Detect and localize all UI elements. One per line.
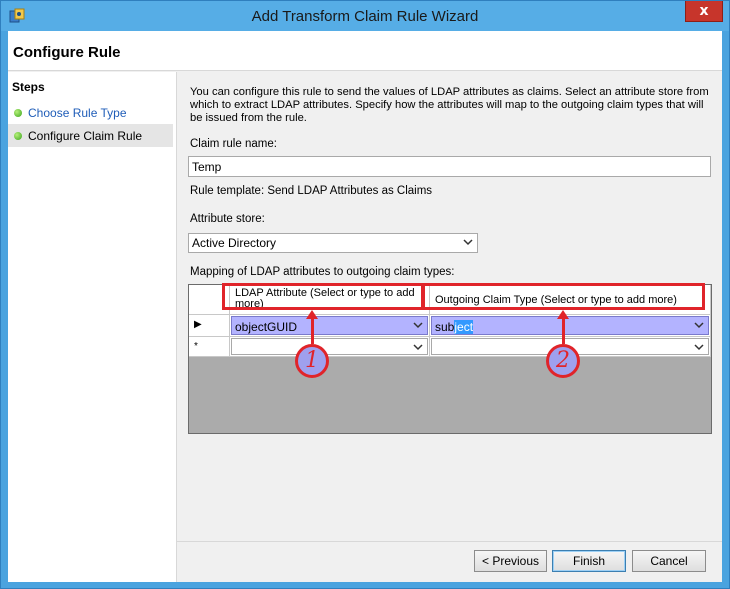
- step-complete-icon: [14, 109, 22, 117]
- annotation-callout-1: 1: [295, 344, 329, 378]
- step-label: Choose Rule Type: [28, 106, 127, 120]
- claim-rule-name-label: Claim rule name:: [190, 138, 277, 150]
- ldap-attribute-combo[interactable]: objectGUID: [231, 316, 428, 335]
- table-row[interactable]: ▶ objectGUID subject: [189, 315, 711, 337]
- chevron-down-icon[interactable]: [413, 342, 423, 352]
- steps-panel: Steps Choose Rule Type Configure Claim R…: [8, 72, 176, 582]
- row-header[interactable]: *: [189, 337, 230, 357]
- chevron-down-icon[interactable]: [694, 320, 704, 330]
- claim-type-cell[interactable]: subject: [430, 315, 711, 337]
- close-button[interactable]: x: [685, 1, 723, 22]
- claim-type-value[interactable]: subject: [435, 320, 474, 334]
- title-bar[interactable]: Add Transform Claim Rule Wizard x: [1, 1, 729, 31]
- close-icon: x: [699, 3, 709, 19]
- chevron-down-icon[interactable]: [413, 320, 423, 330]
- annotation-callout-2: 2: [546, 344, 580, 378]
- rule-description: You can configure this rule to send the …: [190, 86, 709, 124]
- attribute-store-label: Attribute store:: [190, 213, 265, 225]
- ldap-attribute-cell[interactable]: objectGUID: [230, 315, 430, 337]
- window-title: Add Transform Claim Rule Wizard: [251, 8, 479, 25]
- panel-divider: [176, 72, 177, 582]
- cancel-button[interactable]: Cancel: [632, 550, 706, 572]
- page-title: Configure Rule: [13, 44, 121, 61]
- finish-button[interactable]: Finish: [552, 550, 626, 572]
- page-header: Configure Rule: [8, 31, 722, 71]
- step-configure-claim-rule[interactable]: Configure Claim Rule: [8, 124, 173, 147]
- claim-rule-name-value: Temp: [192, 160, 222, 174]
- chevron-down-icon[interactable]: [463, 237, 473, 247]
- highlight-ldap-attribute: [222, 283, 424, 310]
- highlight-claim-type: [422, 283, 705, 310]
- ldap-attribute-value: objectGUID: [235, 320, 298, 334]
- button-divider: [177, 541, 722, 542]
- step-label: Configure Claim Rule: [28, 129, 143, 143]
- attribute-store-value: Active Directory: [192, 236, 277, 250]
- current-row-icon: ▶: [194, 319, 202, 330]
- ldap-attribute-cell[interactable]: [230, 337, 430, 357]
- previous-button[interactable]: < Previous: [474, 550, 547, 572]
- steps-heading: Steps: [12, 80, 45, 94]
- mapping-label: Mapping of LDAP attributes to outgoing c…: [190, 266, 455, 278]
- claim-type-combo[interactable]: subject: [431, 316, 709, 335]
- arrowhead-1-icon: [306, 310, 318, 319]
- step-current-icon: [14, 132, 22, 140]
- rule-template-text: Rule template: Send LDAP Attributes as C…: [190, 185, 433, 197]
- ldap-attribute-combo[interactable]: [231, 338, 428, 355]
- claim-rule-name-input[interactable]: Temp: [188, 156, 711, 177]
- step-choose-rule-type[interactable]: Choose Rule Type: [8, 101, 173, 124]
- attribute-store-select[interactable]: Active Directory: [188, 233, 478, 253]
- wizard-window: Add Transform Claim Rule Wizard x Config…: [0, 0, 730, 589]
- claim-type-text: sub: [435, 320, 455, 334]
- chevron-down-icon[interactable]: [694, 342, 704, 352]
- table-row-new[interactable]: *: [189, 337, 711, 357]
- row-header[interactable]: ▶: [189, 315, 230, 337]
- claim-type-selected-text: ject: [454, 320, 474, 334]
- arrowhead-2-icon: [557, 310, 569, 319]
- new-row-icon: *: [194, 341, 198, 352]
